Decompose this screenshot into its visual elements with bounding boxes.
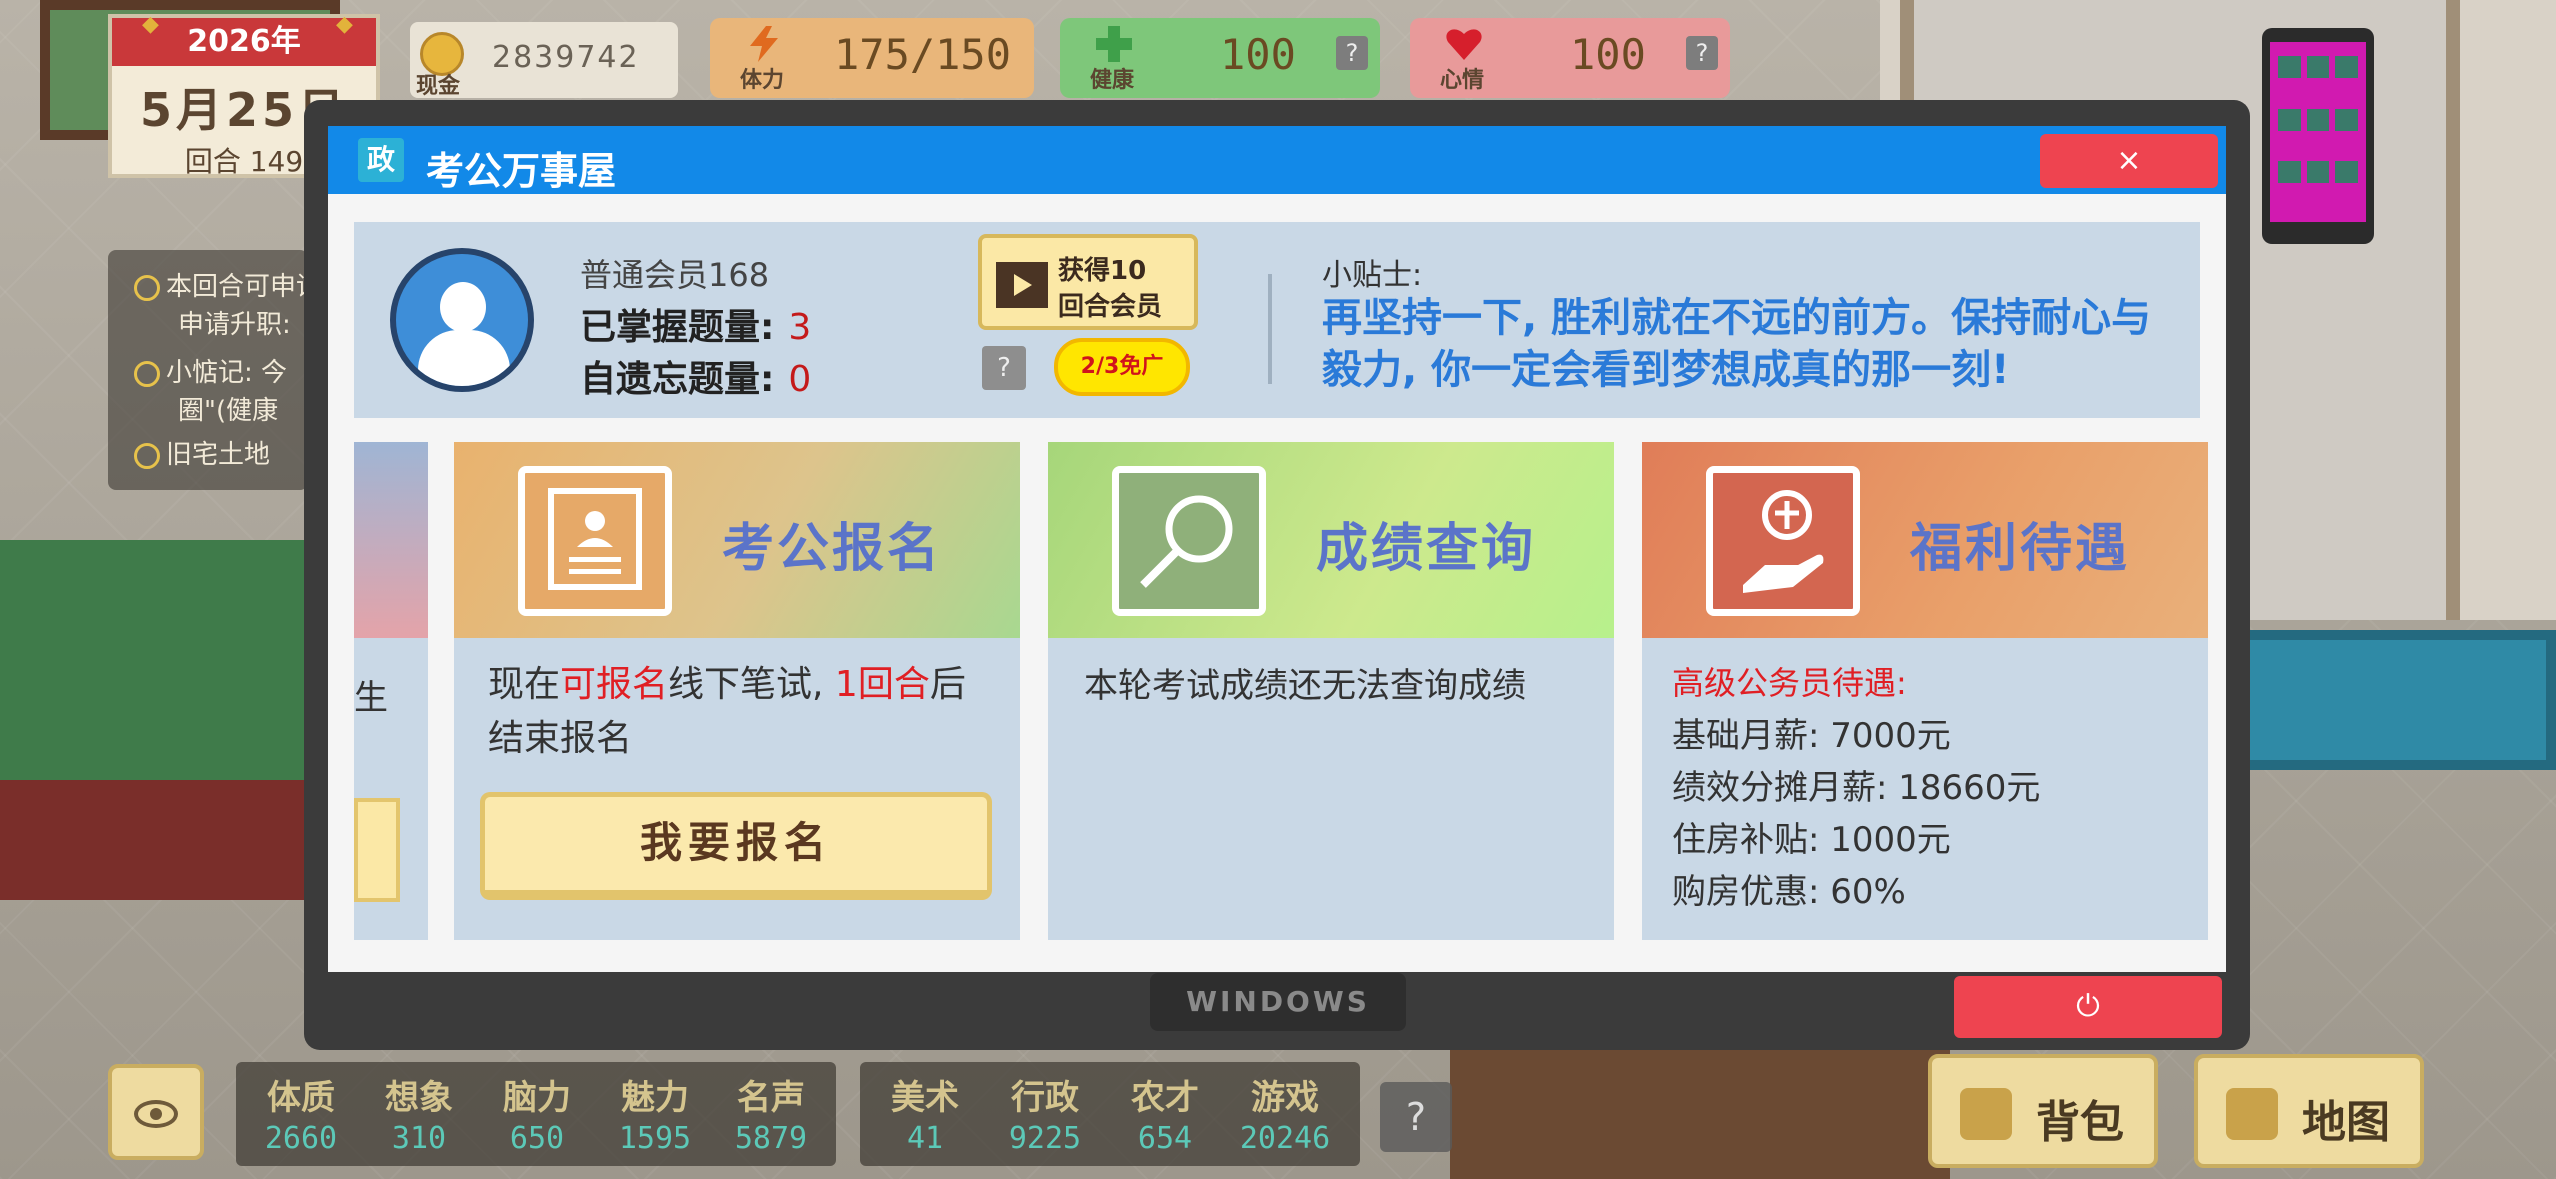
welfare-card[interactable]: 福利待遇 高级公务员待遇: 基础月薪: 7000元 绩效分摊月薪: 18660元… bbox=[1642, 442, 2208, 940]
attribute: 行政 9225 bbox=[1008, 1078, 1082, 1156]
cash-label: 现金 bbox=[416, 74, 461, 99]
exam-window: 政 考公万事屋 × 普通会员168 已掌握题量: 3 自遗忘题量: 0 获得10 回… bbox=[304, 100, 2250, 1050]
signup-card: 考公报名 现在可报名线下笔试, 1回合后结束报名 我要报名 bbox=[454, 442, 1020, 940]
mood-display[interactable]: 心情 100 ? bbox=[1410, 18, 1730, 98]
circle-icon bbox=[134, 274, 160, 301]
member-level: 普通会员168 bbox=[580, 256, 770, 294]
scores-title: 成绩查询 bbox=[1316, 519, 1537, 579]
mastered-count: 已掌握题量: 3 bbox=[580, 307, 812, 348]
power-button[interactable]: ⏻ bbox=[1954, 976, 2222, 1038]
health-display[interactable]: 健康 100 ? bbox=[1060, 18, 1380, 98]
attribute: 魅力 1595 bbox=[618, 1078, 692, 1156]
attribute: 游戏 20246 bbox=[1239, 1078, 1331, 1156]
signup-card-header: 考公报名 bbox=[454, 442, 1020, 638]
welfare-row: 基础月薪: 7000元 bbox=[1672, 716, 1951, 756]
cash-display[interactable]: 现金 2839742 bbox=[410, 22, 678, 99]
bag-icon bbox=[1960, 1088, 2012, 1140]
event-item-sub: 圈"(健康 bbox=[178, 396, 279, 426]
watch-ad-button[interactable]: 获得10 回合会员 bbox=[978, 234, 1198, 330]
attribute: 脑力 650 bbox=[503, 1078, 571, 1156]
attribute: 名声 5879 bbox=[734, 1078, 808, 1156]
bag-button[interactable]: 背包 bbox=[1928, 1054, 2158, 1168]
window-title: 考公万事屋 bbox=[426, 149, 617, 193]
welfare-title: 福利待遇 bbox=[1910, 519, 2131, 579]
cash-value: 2839742 bbox=[492, 40, 640, 75]
stamina-label: 体力 bbox=[740, 68, 785, 93]
welfare-heading: 高级公务员待遇: bbox=[1672, 664, 1907, 702]
lightning-icon bbox=[750, 26, 778, 62]
heart-icon bbox=[1446, 29, 1482, 60]
event-item-sub: 申请升职: bbox=[178, 310, 291, 340]
event-item: 小惦记: 今 bbox=[134, 352, 287, 389]
attributes-help-button[interactable]: ? bbox=[1380, 1082, 1452, 1152]
circle-icon bbox=[134, 360, 160, 387]
eye-icon bbox=[134, 1100, 178, 1128]
map-label: 地图 bbox=[2302, 1097, 2390, 1148]
window-body: 政 考公万事屋 × 普通会员168 已掌握题量: 3 自遗忘题量: 0 获得10 回… bbox=[328, 126, 2226, 972]
health-value: 100 bbox=[1220, 30, 1296, 79]
welfare-card-header: 福利待遇 bbox=[1642, 442, 2208, 638]
signup-button[interactable]: 我要报名 bbox=[480, 792, 992, 900]
close-button[interactable]: × bbox=[2040, 134, 2218, 188]
attributes-panel-right: 美术 41 行政 9225 农才 654 游戏 20246 bbox=[860, 1062, 1360, 1166]
signup-description: 现在可报名线下笔试, 1回合后结束报名 bbox=[488, 664, 966, 759]
stamina-display[interactable]: 体力 175/150 bbox=[710, 18, 1034, 98]
tip-text: 再坚持一下, 胜利就在不远的前方。保持耐心与毅力, 你一定会看到梦想成真的那一刻… bbox=[1322, 295, 2152, 393]
health-help-button[interactable]: ? bbox=[1336, 36, 1368, 70]
welfare-row: 绩效分摊月薪: 18660元 bbox=[1672, 768, 2041, 808]
member-panel: 普通会员168 已掌握题量: 3 自遗忘题量: 0 获得10 回合会员 ? 2/3免… bbox=[354, 222, 2200, 418]
forgotten-count: 自遗忘题量: 0 bbox=[580, 359, 812, 400]
event-item: 旧宅土地 bbox=[134, 434, 270, 471]
map-icon bbox=[2226, 1088, 2278, 1140]
signup-title: 考公报名 bbox=[722, 519, 943, 579]
partial-card[interactable]: 生 bbox=[354, 442, 428, 940]
bag-label: 背包 bbox=[2036, 1097, 2124, 1148]
desk bbox=[1450, 1040, 1950, 1179]
phone-screen bbox=[2270, 42, 2366, 222]
scores-card[interactable]: 成绩查询 本轮考试成绩还无法查询成绩 bbox=[1048, 442, 1614, 940]
ad-free-badge[interactable]: 2/3免广 bbox=[1054, 338, 1190, 396]
attribute: 农才 654 bbox=[1131, 1078, 1199, 1156]
attribute: 想象 310 bbox=[385, 1078, 453, 1156]
attribute: 体质 2660 bbox=[264, 1078, 338, 1156]
toggle-view-button[interactable] bbox=[108, 1064, 204, 1160]
video-icon bbox=[996, 262, 1048, 308]
id-card-icon bbox=[518, 466, 672, 616]
pin-icon: ◆ bbox=[142, 12, 159, 37]
divider bbox=[1268, 274, 1272, 384]
event-log[interactable]: 本回合可申请升职 申请升职: 小惦记: 今 圈"(健康 旧宅土地 bbox=[108, 250, 374, 490]
government-icon: 政 bbox=[358, 138, 404, 182]
health-label: 健康 bbox=[1090, 68, 1135, 93]
map-button[interactable]: 地图 bbox=[2194, 1054, 2424, 1168]
health-cross-icon bbox=[1096, 26, 1132, 62]
scores-description: 本轮考试成绩还无法查询成绩 bbox=[1084, 666, 1526, 706]
magnifier-icon bbox=[1112, 466, 1266, 616]
title-bar: 政 考公万事屋 × bbox=[328, 126, 2226, 194]
phone-button[interactable] bbox=[2262, 28, 2374, 244]
attributes-panel-left: 体质 2660 想象 310 脑力 650 魅力 1595 名声 5879 bbox=[236, 1062, 836, 1166]
tip-label: 小贴士: bbox=[1322, 258, 1423, 293]
mood-label: 心情 bbox=[1440, 68, 1485, 93]
pin-icon: ◆ bbox=[336, 12, 353, 37]
mood-help-button[interactable]: ? bbox=[1686, 36, 1718, 70]
member-help-button[interactable]: ? bbox=[982, 346, 1026, 390]
benefit-hand-icon bbox=[1706, 466, 1860, 616]
avatar-icon bbox=[390, 248, 534, 392]
welfare-row: 住房补贴: 1000元 bbox=[1672, 820, 1951, 860]
stamina-value: 175/150 bbox=[834, 30, 1012, 79]
mood-value: 100 bbox=[1570, 30, 1646, 79]
welfare-row: 购房优惠: 60% bbox=[1672, 872, 1906, 912]
attribute: 美术 41 bbox=[891, 1078, 959, 1156]
scores-card-header: 成绩查询 bbox=[1048, 442, 1614, 638]
circle-icon bbox=[134, 442, 160, 469]
partial-card-button[interactable] bbox=[354, 798, 400, 902]
windows-tab[interactable]: WINDOWS bbox=[1150, 973, 1406, 1031]
